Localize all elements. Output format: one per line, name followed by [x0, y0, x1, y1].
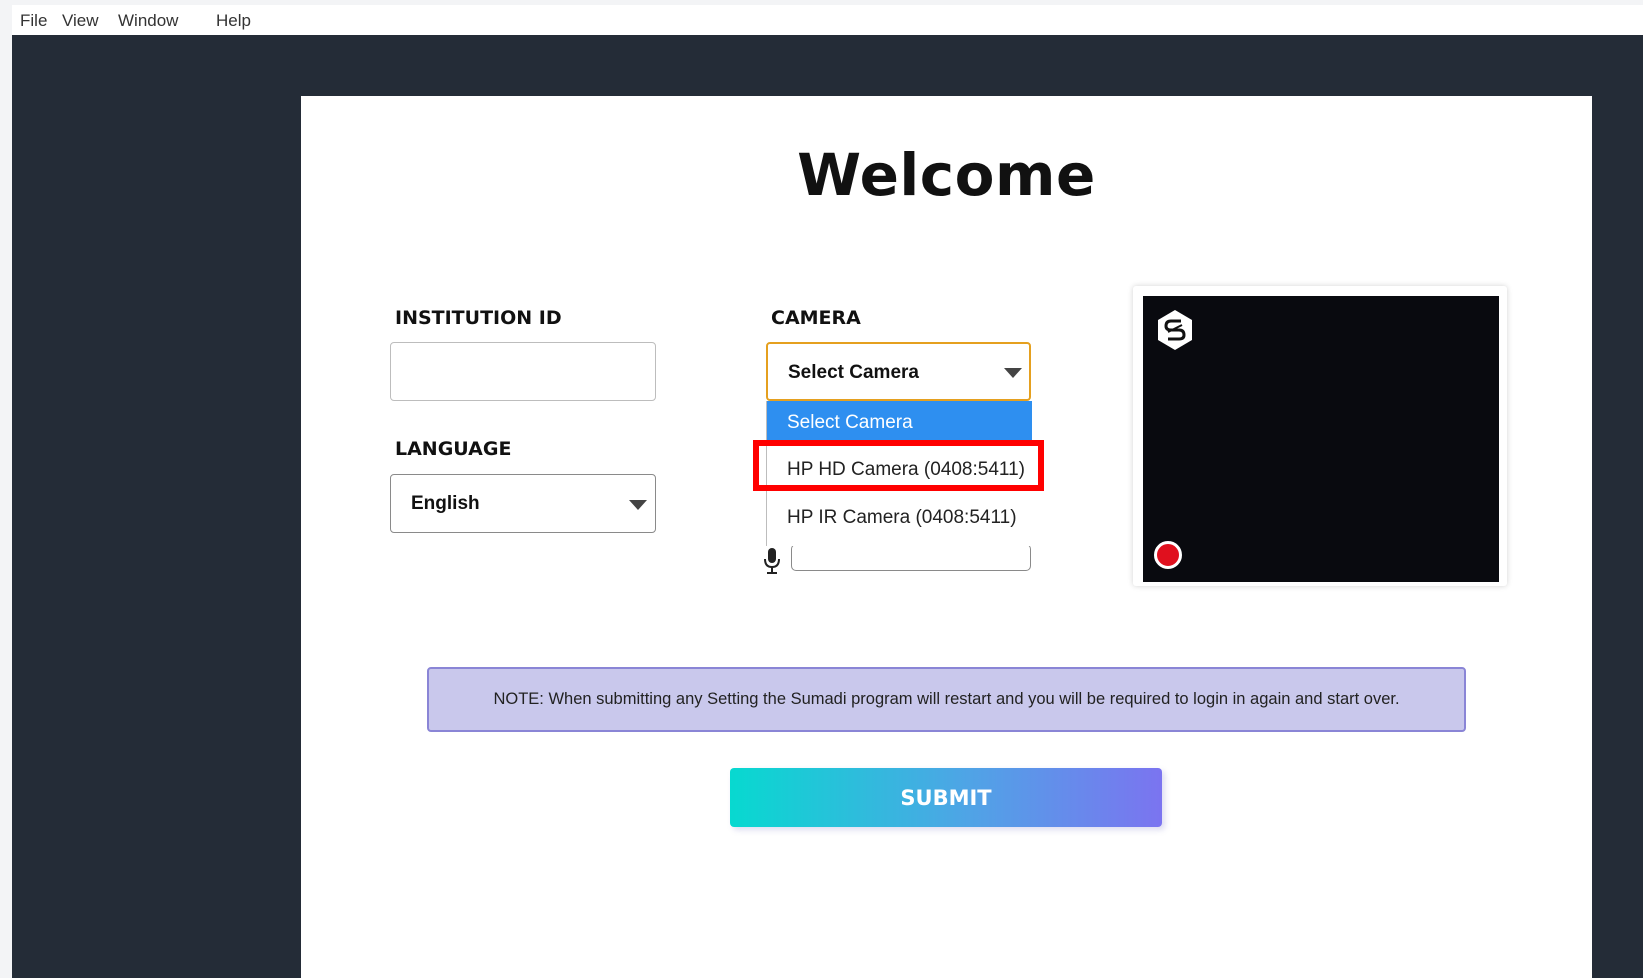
camera-preview-video [1143, 296, 1499, 582]
highlight-annotation [753, 440, 1044, 491]
camera-select-value: Select Camera [788, 362, 919, 383]
record-indicator-icon [1154, 541, 1182, 569]
camera-preview-frame [1133, 286, 1507, 586]
settings-card: Welcome INSTITUTION ID LANGUAGE English … [301, 96, 1592, 978]
microphone-icon [762, 547, 782, 575]
restart-note-text: NOTE: When submitting any Setting the Su… [493, 690, 1400, 708]
menu-view[interactable]: View [62, 11, 99, 31]
menu-window[interactable]: Window [118, 11, 178, 31]
chevron-down-icon [1004, 368, 1022, 378]
sumadi-logo-icon [1155, 308, 1195, 352]
camera-select[interactable]: Select Camera [766, 342, 1031, 401]
camera-option-select-camera[interactable]: Select Camera [767, 401, 1032, 445]
language-select[interactable]: English [390, 474, 656, 533]
menu-file[interactable]: File [20, 11, 47, 31]
page-title: Welcome [797, 141, 1096, 209]
microphone-select[interactable] [791, 544, 1031, 571]
institution-id-label: INSTITUTION ID [395, 307, 562, 329]
menu-help[interactable]: Help [216, 11, 251, 31]
language-label: LANGUAGE [395, 438, 512, 460]
camera-label: CAMERA [771, 307, 861, 329]
app-background: Welcome INSTITUTION ID LANGUAGE English … [12, 35, 1643, 978]
chevron-down-icon [629, 500, 647, 510]
submit-button[interactable]: SUBMIT [730, 768, 1162, 827]
restart-note: NOTE: When submitting any Setting the Su… [427, 667, 1466, 732]
language-select-value: English [411, 493, 480, 514]
menu-bar: File View Window Help [12, 5, 1643, 35]
institution-id-input[interactable] [390, 342, 656, 401]
camera-option-hp-ir[interactable]: HP IR Camera (0408:5411) [767, 496, 1032, 540]
